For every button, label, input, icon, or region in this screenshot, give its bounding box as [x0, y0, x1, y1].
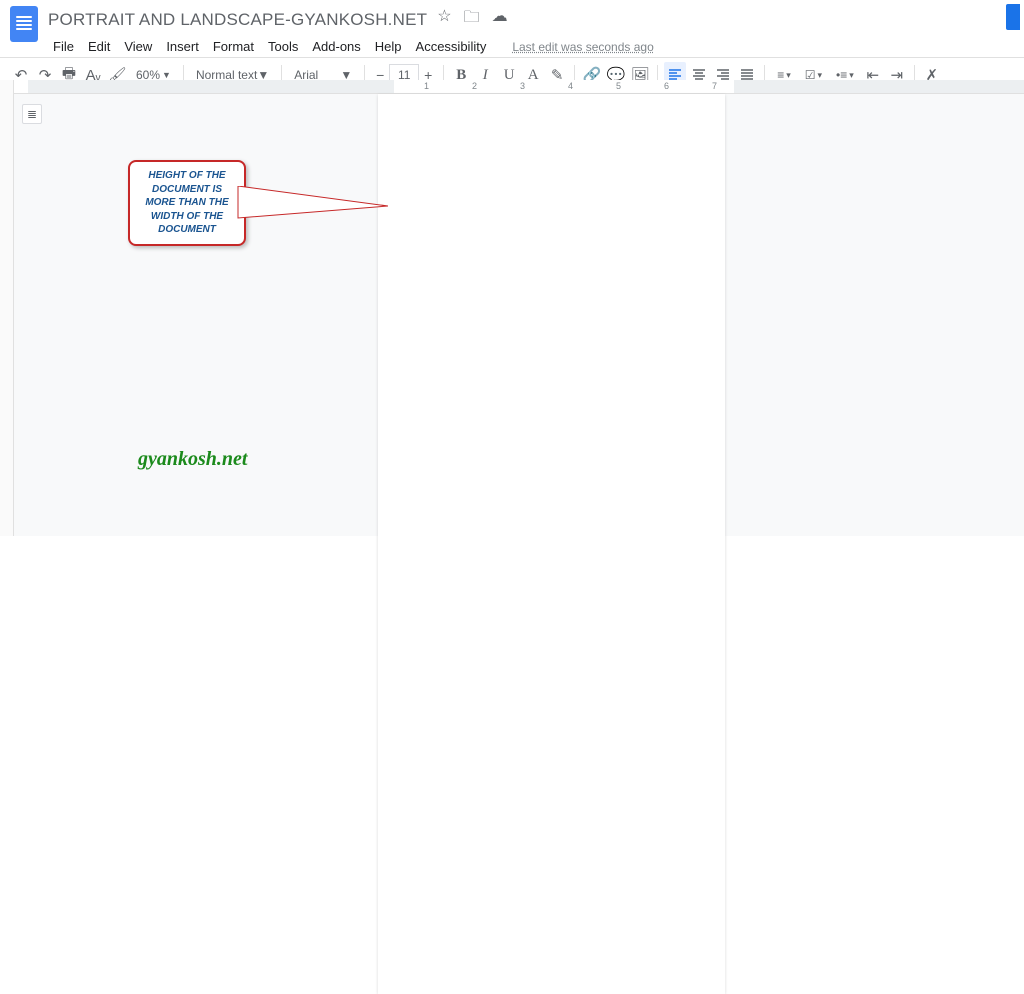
ruler-tick: 2 — [472, 81, 477, 91]
watermark-text: gyankosh.net — [138, 448, 247, 471]
cloud-status-icon[interactable]: ☁ — [492, 6, 508, 33]
menu-help[interactable]: Help — [370, 37, 407, 56]
app-header: PORTRAIT AND LANDSCAPE-GYANKOSH.NET ☆ 🗀 … — [0, 0, 1024, 57]
document-title[interactable]: PORTRAIT AND LANDSCAPE-GYANKOSH.NET — [48, 10, 427, 30]
editing-mode-button[interactable] — [1006, 4, 1020, 30]
ruler-tick: 7 — [712, 81, 717, 91]
menu-accessibility[interactable]: Accessibility — [411, 37, 492, 56]
ruler-tick: 4 — [568, 81, 573, 91]
vertical-ruler[interactable] — [0, 80, 14, 536]
menu-tools[interactable]: Tools — [263, 37, 303, 56]
horizontal-ruler[interactable]: 1 2 3 4 5 6 7 — [14, 80, 1024, 94]
star-icon[interactable]: ☆ — [437, 6, 451, 33]
document-page[interactable] — [378, 94, 725, 994]
annotation-callout: HEIGHT OF THE DOCUMENT IS MORE THAN THE … — [128, 160, 258, 250]
menu-format[interactable]: Format — [208, 37, 259, 56]
ruler-tick: 5 — [616, 81, 621, 91]
last-edit-info[interactable]: Last edit was seconds ago — [507, 38, 658, 56]
document-outline-icon[interactable]: ≣ — [22, 104, 42, 124]
move-icon[interactable]: 🗀 — [464, 6, 480, 33]
callout-text: HEIGHT OF THE DOCUMENT IS MORE THAN THE … — [136, 169, 238, 237]
menu-edit[interactable]: Edit — [83, 37, 115, 56]
menu-bar: File Edit View Insert Format Tools Add-o… — [48, 37, 1014, 56]
ruler-tick: 3 — [520, 81, 525, 91]
menu-view[interactable]: View — [119, 37, 157, 56]
docs-logo-icon[interactable] — [10, 6, 38, 42]
menu-file[interactable]: File — [48, 37, 79, 56]
ruler-tick: 6 — [664, 81, 669, 91]
menu-insert[interactable]: Insert — [161, 37, 204, 56]
menu-addons[interactable]: Add-ons — [307, 37, 365, 56]
document-canvas: 1 2 3 4 5 6 7 ≣ HEIGHT OF THE DOCUMENT I… — [0, 80, 1024, 536]
ruler-tick: 1 — [424, 81, 429, 91]
